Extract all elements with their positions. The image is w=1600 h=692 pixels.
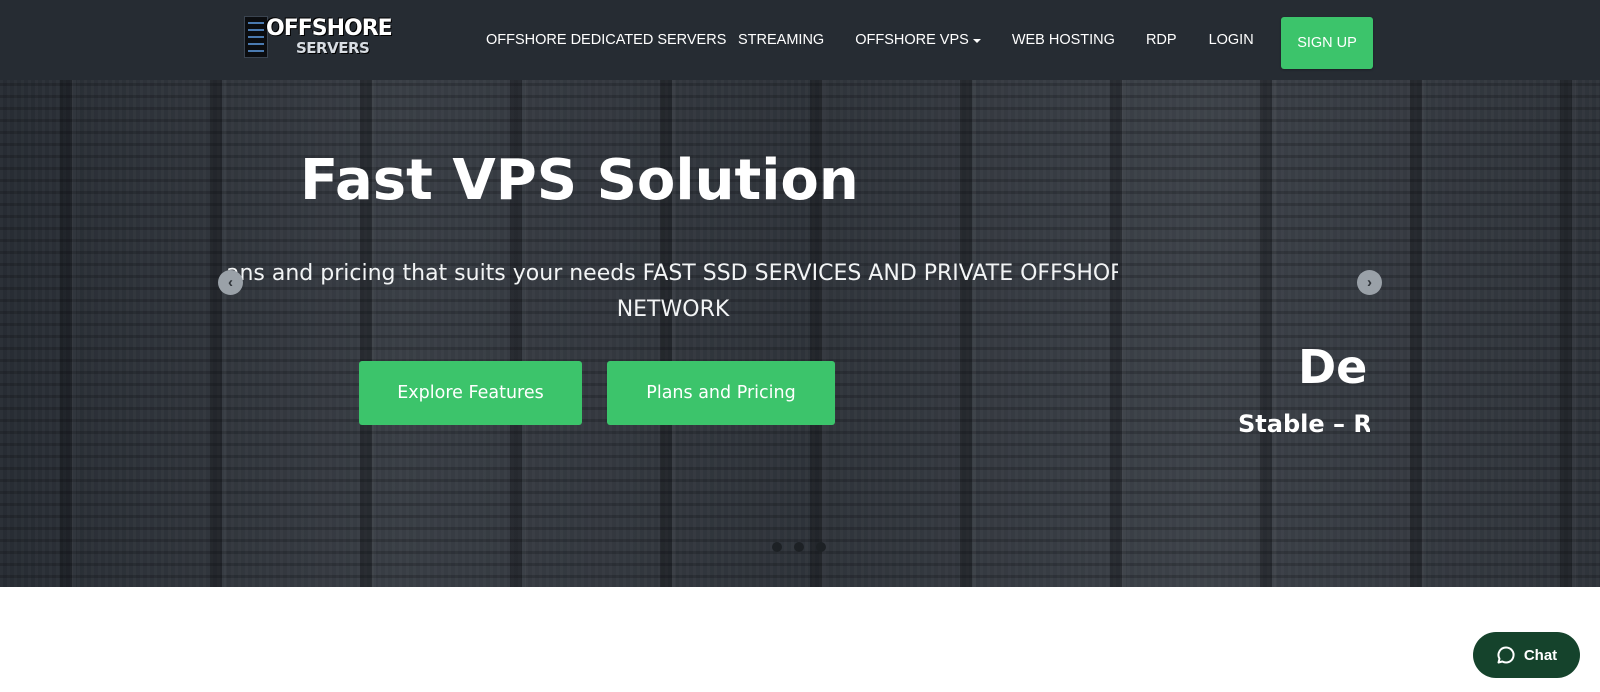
nav-item-web-hosting[interactable]: WEB HOSTING xyxy=(1012,32,1115,48)
next-slide-title: De xyxy=(1298,340,1368,394)
site-logo[interactable]: OFFSHORE SERVERS xyxy=(244,14,414,62)
chevron-left-icon: ‹ xyxy=(228,274,233,291)
chat-button[interactable]: Chat xyxy=(1473,632,1580,678)
carousel-next-button[interactable]: › xyxy=(1357,270,1382,295)
nav-item-login[interactable]: LOGIN xyxy=(1209,32,1254,48)
carousel-dot-3[interactable] xyxy=(816,542,826,552)
server-rack-icon xyxy=(244,16,268,58)
plans-and-pricing-button[interactable]: Plans and Pricing xyxy=(607,361,835,425)
logo-text-offshore: OFFSHORE xyxy=(266,16,393,41)
chat-bubble-icon xyxy=(1497,646,1515,664)
slide-subtitle-viewport: Plans and pricing that suits your needs … xyxy=(228,256,1118,336)
nav-item-rdp[interactable]: RDP xyxy=(1146,32,1177,48)
caret-down-icon xyxy=(972,38,981,43)
next-slide-subtitle: Stable – Re xyxy=(1238,410,1370,438)
chat-label: Chat xyxy=(1523,646,1558,664)
carousel-prev-button[interactable]: ‹ xyxy=(218,270,243,295)
nav-item-offshore-dedicated-servers[interactable]: OFFSHORE DEDICATED SERVERS xyxy=(486,32,726,48)
nav-item-streaming[interactable]: STREAMING xyxy=(738,32,824,48)
top-navigation-bar: OFFSHORE SERVERS OFFSHORE DEDICATED SERV… xyxy=(0,0,1600,80)
slide-subtitle: Plans and pricing that suits your needs … xyxy=(228,261,1118,322)
explore-features-button[interactable]: Explore Features xyxy=(359,361,582,425)
main-nav: OFFSHORE DEDICATED SERVERS STREAMING OFF… xyxy=(486,0,1254,80)
slide-title: Fast VPS Solution xyxy=(300,148,859,213)
chevron-right-icon: › xyxy=(1367,274,1372,291)
signup-button[interactable]: SIGN UP xyxy=(1281,17,1373,69)
carousel-dots xyxy=(772,542,826,552)
carousel-dot-1[interactable] xyxy=(772,542,782,552)
logo-text-servers: SERVERS xyxy=(296,39,370,57)
nav-item-offshore-vps[interactable]: OFFSHORE VPS xyxy=(855,32,981,48)
carousel-dot-2[interactable] xyxy=(794,542,804,552)
hero-carousel: Fast VPS Solution Plans and pricing that… xyxy=(0,80,1600,587)
next-slide-preview: De Stable – Re xyxy=(1180,340,1370,470)
